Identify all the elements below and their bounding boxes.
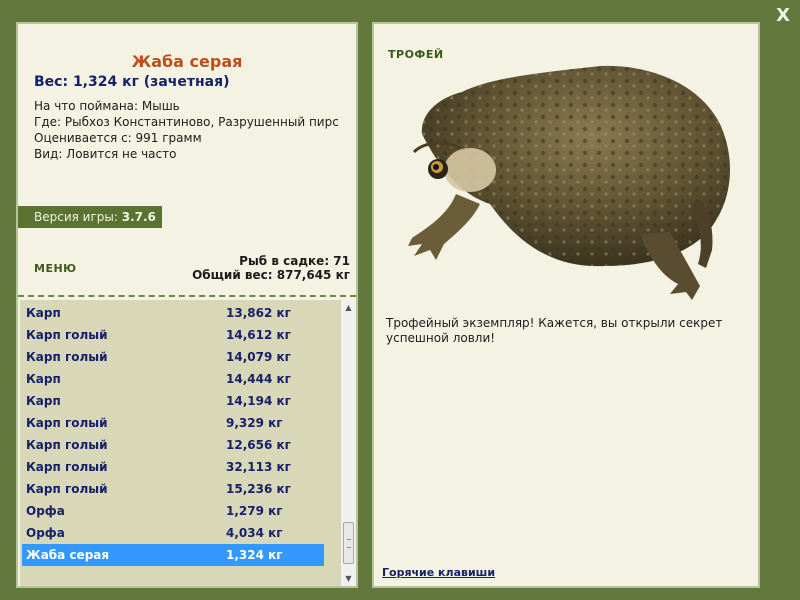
catch-fish-name: Карп (26, 372, 61, 386)
catch-fish-name: Карп голый (26, 460, 108, 474)
catch-fish-weight: 14,079 кг (226, 350, 291, 364)
scrollbar-thumb[interactable] (343, 522, 354, 564)
catch-fish-name: Карп голый (26, 328, 108, 342)
catch-fish-weight: 12,656 кг (226, 438, 291, 452)
catch-fish-name: Карп голый (26, 482, 108, 496)
info-location: Где: Рыбхоз Константиново, Разрушенный п… (34, 115, 339, 129)
catch-stats: Рыб в садке: 71 Общий вес: 877,645 кг (192, 254, 350, 282)
catch-fish-name: Жаба серая (26, 548, 110, 562)
catch-fish-weight: 1,324 кг (226, 548, 283, 562)
catch-fish-weight: 32,113 кг (226, 460, 291, 474)
catch-list-row[interactable]: Карп голый 32,113 кг (20, 456, 334, 478)
catch-list-row[interactable]: Карп голый 14,612 кг (20, 324, 334, 346)
menu-button[interactable]: МЕНЮ (34, 262, 77, 275)
catch-fish-name: Карп голый (26, 350, 108, 364)
catch-list-items: Карп 13,862 кг Карп голый 14,612 кг Карп гол… (20, 302, 334, 566)
arrow-up-icon[interactable]: ▲ (341, 300, 356, 315)
fish-title: Жаба серая (131, 52, 243, 71)
catch-fish-name: Карп (26, 394, 61, 408)
catch-fish-weight: 15,236 кг (226, 482, 291, 496)
catch-list-row[interactable]: Карп голый 15,236 кг (20, 478, 334, 500)
catch-fish-name: Карп голый (26, 416, 108, 430)
catch-list-row[interactable]: Карп 14,194 кг (20, 390, 334, 412)
catch-list: Карп 13,862 кг Карп голый 14,612 кг Карп гол… (20, 300, 356, 586)
close-icon: X (776, 5, 790, 26)
catch-fish-weight: 14,194 кг (226, 394, 291, 408)
total-weight: Общий вес: 877,645 кг (192, 268, 350, 282)
version-bar: Версия игры: 3.7.6 (18, 206, 162, 228)
catch-fish-name: Орфа (26, 526, 65, 540)
catch-fish-name: Орфа (26, 504, 65, 518)
arrow-down-icon[interactable]: ▼ (341, 571, 356, 586)
catch-list-row[interactable]: Жаба серая 1,324 кг (22, 544, 324, 566)
close-button[interactable]: X (776, 4, 790, 28)
catch-list-row[interactable]: Карп голый 9,329 кг (20, 412, 334, 434)
catch-list-row[interactable]: Карп 14,444 кг (20, 368, 334, 390)
catch-fish-name: Карп (26, 306, 61, 320)
fish-count: Рыб в садке: 71 (239, 254, 350, 268)
catch-list-row[interactable]: Карп голый 14,079 кг (20, 346, 334, 368)
catch-list-row[interactable]: Орфа 1,279 кг (20, 500, 334, 522)
info-rating: Оценивается с: 991 грамм (34, 131, 202, 145)
list-scrollbar[interactable]: ▲ ▼ (340, 300, 356, 586)
catch-list-row[interactable]: Орфа 4,034 кг (20, 522, 334, 544)
catch-fish-weight: 13,862 кг (226, 306, 291, 320)
info-bait: На что поймана: Мышь (34, 99, 180, 113)
hotkeys-link[interactable]: Горячие клавиши (382, 566, 495, 579)
fish-info: На что поймана: Мышь Где: Рыбхоз Констан… (34, 98, 344, 162)
catch-fish-weight: 9,329 кг (226, 416, 283, 430)
catch-fish-weight: 14,612 кг (226, 328, 291, 342)
version-label: Версия игры: (34, 210, 118, 224)
version-value: 3.7.6 (121, 210, 156, 224)
divider (18, 295, 356, 297)
catch-list-row[interactable]: Карп 13,862 кг (20, 302, 334, 324)
fish-info-panel: Жаба серая Вес: 1,324 кг (зачетная) На ч… (16, 22, 358, 588)
trophy-text: Трофейный экземпляр! Кажется, вы открыли… (386, 316, 723, 345)
catch-fish-weight: 1,279 кг (226, 504, 283, 518)
catch-list-row[interactable]: Карп голый 12,656 кг (20, 434, 334, 456)
catch-fish-weight: 14,444 кг (226, 372, 291, 386)
fish-weight: Вес: 1,324 кг (зачетная) (34, 74, 230, 90)
trophy-panel: ТРОФЕЙ Трофейный экземпляр! Кажется, вы … (372, 22, 760, 588)
toad-image (408, 65, 731, 300)
catch-fish-weight: 4,034 кг (226, 526, 283, 540)
catch-fish-name: Карп голый (26, 438, 108, 452)
info-frequency: Вид: Ловится не часто (34, 147, 177, 161)
